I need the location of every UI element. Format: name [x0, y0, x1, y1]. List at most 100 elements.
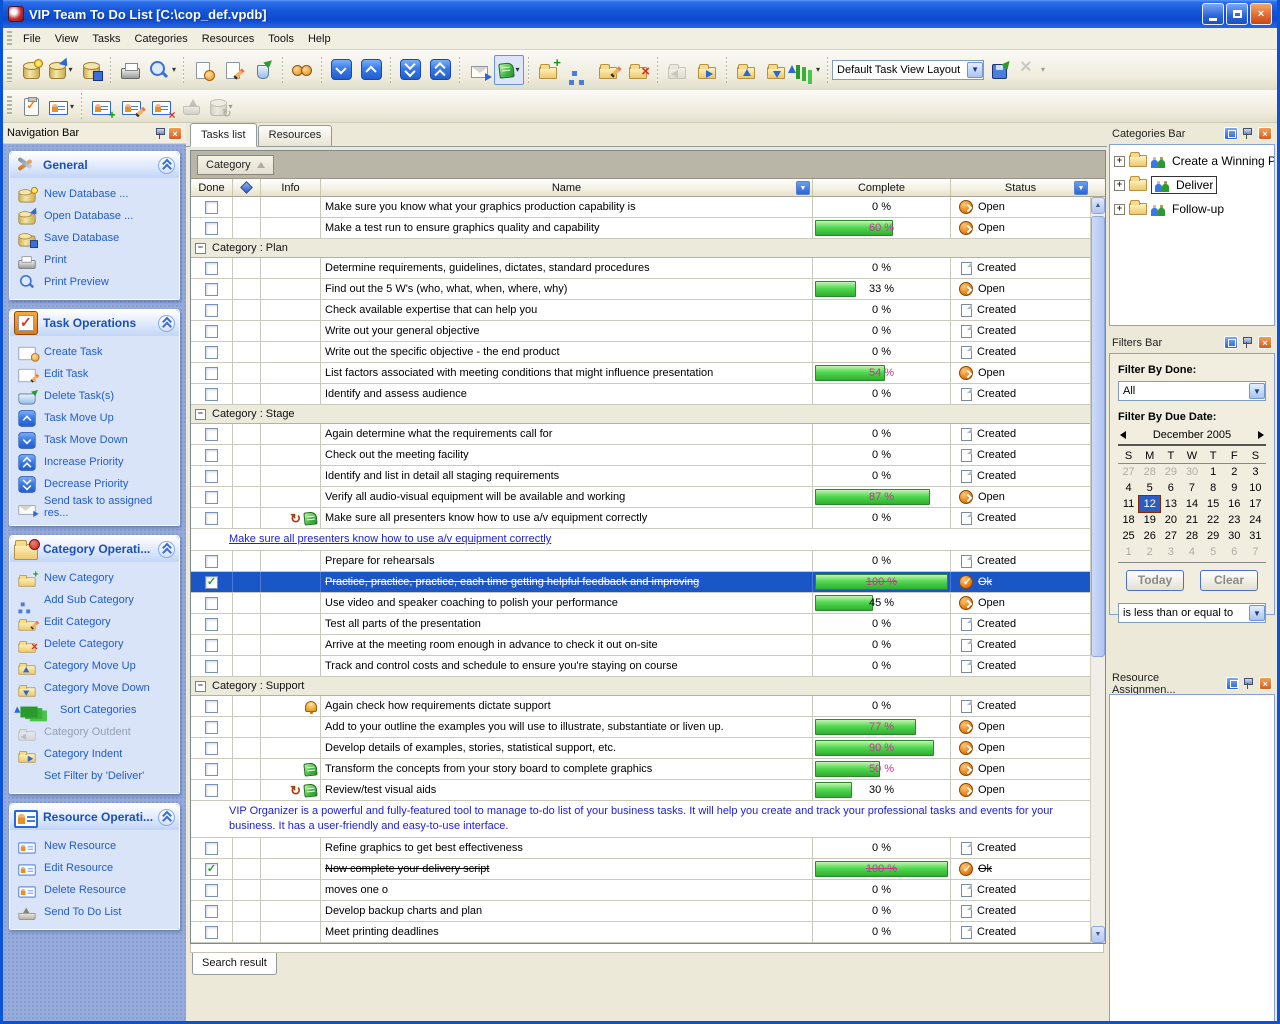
close-icon[interactable]: × — [1258, 336, 1272, 349]
done-checkbox[interactable] — [205, 742, 218, 755]
nav-item-print-preview[interactable]: Print Preview — [16, 271, 177, 293]
nav-item-edit-resource[interactable]: Edit Resource — [16, 857, 177, 879]
nav-item-print[interactable]: Print — [16, 249, 177, 271]
print-button[interactable] — [115, 55, 145, 85]
calendar-day[interactable]: 5 — [1203, 544, 1224, 560]
done-checkbox[interactable] — [205, 700, 218, 713]
column-header-complete[interactable]: Complete — [813, 179, 951, 196]
category-group-row[interactable]: −Category : Stage — [191, 405, 1090, 424]
task-row[interactable]: Arrive at the meeting room enough in adv… — [191, 635, 1090, 656]
column-header-name[interactable]: Name ▼ — [321, 179, 813, 196]
calendar-day[interactable]: 7 — [1245, 544, 1266, 560]
nav-item-edit-task[interactable]: Edit Task — [16, 363, 177, 385]
nav-item-sort-categories[interactable]: Sort Categories — [16, 699, 177, 721]
maximize-panel-icon[interactable] — [1224, 127, 1238, 140]
task-row[interactable]: Identify and list in detail all staging … — [191, 466, 1090, 487]
done-checkbox[interactable] — [205, 763, 218, 776]
task-row[interactable]: Test all parts of the presentation0 %Cre… — [191, 614, 1090, 635]
menu-help[interactable]: Help — [301, 31, 338, 47]
category-indent-button[interactable] — [692, 55, 722, 85]
done-checkbox[interactable] — [205, 449, 218, 462]
nav-item-new-database[interactable]: New Database ... — [16, 183, 177, 205]
new-category-button[interactable] — [533, 55, 563, 85]
scroll-down-icon[interactable]: ▼ — [1091, 926, 1105, 943]
task-row[interactable]: Identify and assess audience0 %Created — [191, 384, 1090, 405]
chevron-down-icon[interactable]: ▼ — [967, 62, 983, 78]
tab-search-result[interactable]: Search result — [192, 953, 277, 975]
done-checkbox[interactable] — [205, 388, 218, 401]
done-checkbox[interactable] — [205, 784, 218, 797]
category-group-row[interactable]: −Category : Support — [191, 677, 1090, 696]
done-checkbox[interactable] — [205, 905, 218, 918]
category-tree-item-create-a-winning-pre[interactable]: +Create a Winning Pre — [1112, 149, 1272, 173]
done-checkbox[interactable] — [205, 926, 218, 939]
calendar-day[interactable]: 25 — [1118, 528, 1139, 544]
task-row[interactable]: Transform the concepts from your story b… — [191, 759, 1090, 780]
category-group-row[interactable]: −Category : Plan — [191, 239, 1090, 258]
calendar-day[interactable]: 31 — [1245, 528, 1266, 544]
calendar-day[interactable]: 5 — [1139, 480, 1160, 496]
done-checkbox[interactable] — [205, 283, 218, 296]
nav-item-task-move-down[interactable]: Task Move Down — [16, 429, 177, 451]
done-checkbox[interactable] — [205, 491, 218, 504]
close-icon[interactable]: × — [1259, 677, 1272, 690]
collapse-chevron-icon[interactable] — [158, 541, 175, 558]
edit-category-button[interactable] — [593, 55, 623, 85]
task-row[interactable]: Check available expertise that can help … — [191, 300, 1090, 321]
calendar-day[interactable]: 22 — [1203, 512, 1224, 528]
done-checkbox[interactable] — [205, 470, 218, 483]
nav-item-new-category[interactable]: New Category — [16, 567, 177, 589]
send-task-to-resource-button[interactable] — [287, 55, 317, 85]
nav-item-delete-resource[interactable]: Delete Resource — [16, 879, 177, 901]
create-task-button[interactable] — [188, 55, 218, 85]
category-move-down-button[interactable] — [761, 55, 791, 85]
task-row[interactable]: ↻Review/test visual aids30 %Open — [191, 780, 1090, 801]
show-notes-button[interactable]: ▾ — [494, 55, 524, 85]
scrollbar-thumb[interactable] — [1091, 216, 1105, 657]
calendar-day[interactable]: 1 — [1203, 464, 1224, 480]
close-button[interactable]: × — [1250, 3, 1272, 25]
collapse-group-icon[interactable]: − — [195, 681, 206, 692]
calendar-next-icon[interactable] — [1258, 431, 1264, 439]
dropdown-caret-icon[interactable]: ▾ — [172, 65, 176, 74]
task-row[interactable]: Prepare for rehearsals0 %Created — [191, 551, 1090, 572]
nav-item-increase-priority[interactable]: Increase Priority — [16, 451, 177, 473]
calendar-day[interactable]: 3 — [1245, 464, 1266, 480]
done-checkbox[interactable] — [205, 618, 218, 631]
collapse-chevron-icon[interactable] — [158, 315, 175, 332]
nav-item-add-sub-category[interactable]: Add Sub Category — [16, 589, 177, 611]
task-row[interactable]: ✓Practice, practice, practice, each time… — [191, 572, 1090, 593]
sort-categories-button[interactable]: ▾ — [791, 55, 823, 85]
nav-item-send-to-do-list[interactable]: Send To Do List — [16, 901, 177, 923]
new-database-button[interactable] — [16, 55, 46, 85]
calendar-day[interactable]: 14 — [1181, 496, 1202, 512]
today-button[interactable]: Today — [1126, 570, 1184, 591]
calendar-day[interactable]: 28 — [1139, 464, 1160, 480]
calendar-day[interactable]: 10 — [1245, 480, 1266, 496]
done-checkbox[interactable] — [205, 304, 218, 317]
maximize-panel-icon[interactable] — [1226, 677, 1239, 690]
column-header-done[interactable]: Done — [191, 179, 233, 196]
task-row[interactable]: Make sure you know what your graphics pr… — [191, 197, 1090, 218]
task-row[interactable]: Check out the meeting facility0 %Created — [191, 445, 1090, 466]
calendar-day[interactable]: 29 — [1160, 464, 1181, 480]
done-checkbox[interactable] — [205, 262, 218, 275]
done-checkbox[interactable]: ✓ — [205, 863, 218, 876]
task-row[interactable]: Find out the 5 W's (who, what, when, whe… — [191, 279, 1090, 300]
nav-section-header[interactable]: General — [10, 152, 179, 178]
task-row[interactable]: Refine graphics to get best effectivenes… — [191, 838, 1090, 859]
nav-item-set-filter-by-deliver[interactable]: Set Filter by 'Deliver' — [16, 765, 177, 787]
task-row[interactable]: Write out the specific objective - the e… — [191, 342, 1090, 363]
done-checkbox[interactable] — [205, 842, 218, 855]
nav-item-category-indent[interactable]: Category Indent — [16, 743, 177, 765]
minimize-button[interactable] — [1202, 3, 1224, 25]
delete-resource-button[interactable]: × — [146, 91, 176, 121]
filter-done-select[interactable]: All ▼ — [1118, 381, 1266, 401]
nav-item-category-move-down[interactable]: Category Move Down — [16, 677, 177, 699]
calendar-day[interactable]: 27 — [1118, 464, 1139, 480]
nav-item-save-database[interactable]: Save Database — [16, 227, 177, 249]
calendar-day[interactable]: 2 — [1139, 544, 1160, 560]
nav-item-open-database[interactable]: Open Database ... — [16, 205, 177, 227]
task-view-layout-select[interactable]: Default Task View Layout▼ — [832, 60, 984, 80]
calendar-day[interactable]: 4 — [1181, 544, 1202, 560]
